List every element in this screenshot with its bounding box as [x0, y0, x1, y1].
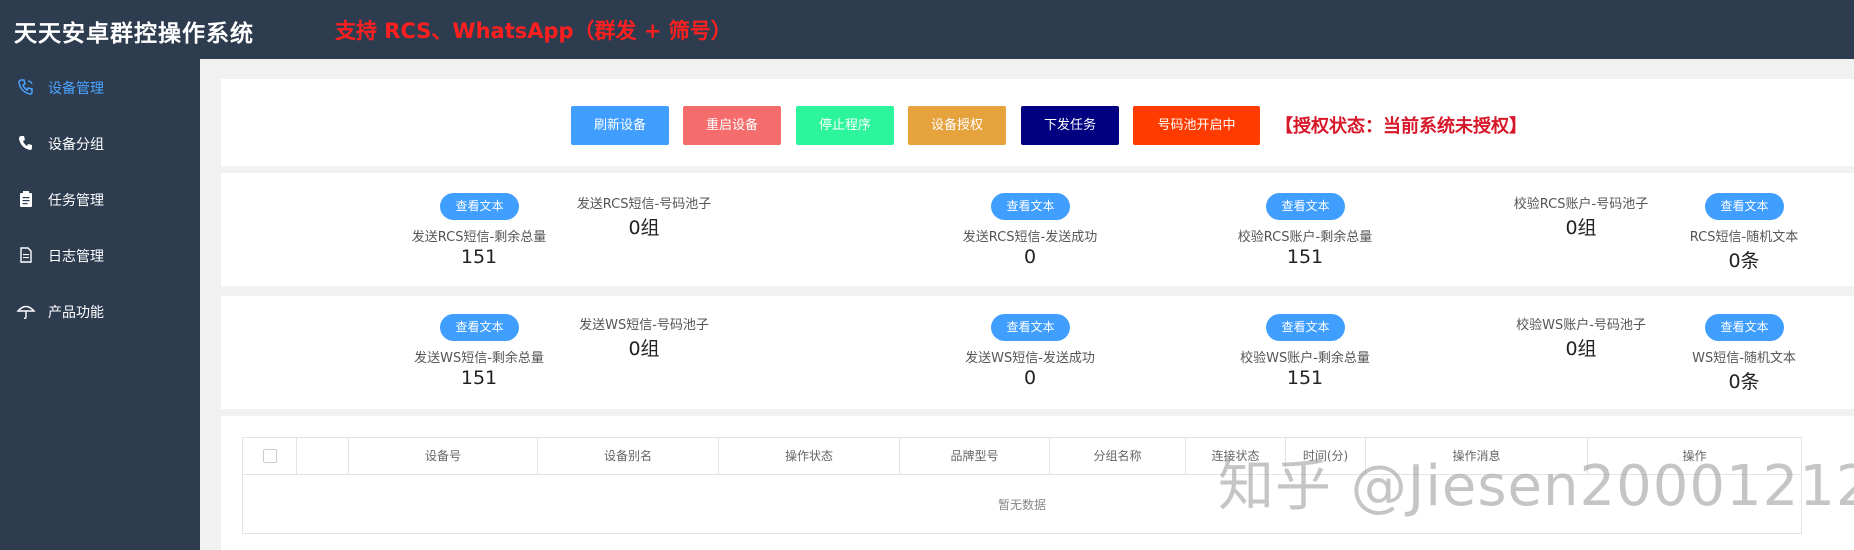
device-authorize-button[interactable]: 设备授权: [908, 106, 1006, 145]
view-text-button[interactable]: 查看文本: [1266, 193, 1345, 220]
sidebar-item-task-management[interactable]: 任务管理: [0, 179, 200, 219]
view-text-button[interactable]: 查看文本: [991, 314, 1070, 341]
view-text-button[interactable]: 查看文本: [1705, 193, 1784, 220]
view-text-button[interactable]: 查看文本: [440, 314, 519, 341]
stat-label: WS短信-随机文本: [1692, 351, 1796, 366]
app-title: 天天安卓群控操作系统: [14, 21, 254, 47]
phone-icon: [19, 136, 32, 150]
select-all-column: [243, 438, 297, 475]
view-text-button[interactable]: 查看文本: [1705, 314, 1784, 341]
stat-label: 校验WS账户-剩余总量: [1240, 351, 1370, 366]
sidebar-item-product-features[interactable]: 产品功能: [0, 291, 200, 331]
umbrella-icon: [16, 305, 36, 320]
stat-value: 0条: [1728, 250, 1760, 272]
sidebar-item-label: 设备分组: [48, 137, 104, 153]
column-group-name[interactable]: 分组名称: [1050, 438, 1186, 475]
stat-value: 0组: [628, 338, 660, 360]
column-expand: [297, 438, 349, 475]
view-text-button[interactable]: 查看文本: [440, 193, 519, 220]
stat-value: 151: [1286, 246, 1324, 268]
stat-value: 0: [1023, 367, 1037, 389]
stat-ws-random-text: 查看文本 WS短信-随机文本 0条: [1634, 296, 1854, 409]
column-device-alias[interactable]: 设备别名: [538, 438, 719, 475]
stat-rcs-random-text: 查看文本 RCS短信-随机文本 0条: [1634, 173, 1854, 286]
auth-status: 【授权状态：当前系统未授权】: [1275, 116, 1527, 137]
stop-program-button[interactable]: 停止程序: [796, 106, 894, 145]
stat-label: 发送RCS短信-号码池子: [576, 197, 712, 212]
column-device-id[interactable]: 设备号: [349, 438, 538, 475]
stat-rcs-verify-remaining: 查看文本 校验RCS账户-剩余总量 151: [1195, 173, 1415, 286]
document-icon: [20, 247, 32, 263]
refresh-devices-button[interactable]: 刷新设备: [571, 106, 669, 145]
view-text-button[interactable]: 查看文本: [1266, 314, 1345, 341]
sidebar-item-device-management[interactable]: 设备管理: [0, 67, 200, 107]
column-operation-status[interactable]: 操作状态: [719, 438, 900, 475]
phone-wave-icon: [18, 79, 33, 95]
stat-label: 校验RCS账户-剩余总量: [1237, 230, 1373, 245]
sidebar-item-log-management[interactable]: 日志管理: [0, 235, 200, 275]
sidebar: 设备管理 设备分组 任务管理 日志管理 产品功能: [0, 59, 200, 550]
number-pool-button[interactable]: 号码池开启中: [1133, 106, 1260, 145]
stat-value: 0条: [1728, 371, 1760, 393]
rcs-stats-panel: 查看文本 发送RCS短信-剩余总量 151 发送RCS短信-号码池子 0组 查看…: [221, 173, 1854, 286]
view-text-button[interactable]: 查看文本: [991, 193, 1070, 220]
stat-ws-send-pool: 发送WS短信-号码池子 0组: [534, 296, 754, 409]
top-bar: 天天安卓群控操作系统 支持 RCS、WhatsApp（群发 + 筛号）: [0, 0, 1854, 59]
clipboard-icon: [20, 191, 32, 207]
stat-rcs-send-success: 查看文本 发送RCS短信-发送成功 0: [920, 173, 1140, 286]
sidebar-item-label: 设备管理: [48, 81, 104, 97]
sidebar-item-label: 产品功能: [48, 305, 104, 321]
stat-ws-verify-remaining: 查看文本 校验WS账户-剩余总量 151: [1195, 296, 1415, 409]
stat-label: 发送WS短信-号码池子: [579, 318, 709, 333]
stat-label: 发送WS短信-发送成功: [965, 351, 1095, 366]
stat-label: 发送RCS短信-发送成功: [962, 230, 1098, 245]
stat-value: 0组: [628, 217, 660, 239]
promo-banner: 支持 RCS、WhatsApp（群发 + 筛号）: [335, 19, 732, 43]
sidebar-item-label: 任务管理: [48, 193, 104, 209]
dispatch-task-button[interactable]: 下发任务: [1021, 106, 1119, 145]
stat-ws-send-success: 查看文本 发送WS短信-发送成功 0: [920, 296, 1140, 409]
sidebar-item-label: 日志管理: [48, 249, 104, 265]
stat-value: 0: [1023, 246, 1037, 268]
restart-devices-button[interactable]: 重启设备: [683, 106, 781, 145]
select-all-checkbox[interactable]: [263, 449, 277, 463]
ws-stats-panel: 查看文本 发送WS短信-剩余总量 151 发送WS短信-号码池子 0组 查看文本…: [221, 296, 1854, 409]
stat-value: 151: [1286, 367, 1324, 389]
column-brand-model[interactable]: 品牌型号: [900, 438, 1050, 475]
stat-rcs-send-pool: 发送RCS短信-号码池子 0组: [534, 173, 754, 286]
stat-label: RCS短信-随机文本: [1689, 230, 1799, 245]
watermark: 知乎 @Jiesen20001212: [1218, 454, 1854, 519]
sidebar-item-device-group[interactable]: 设备分组: [0, 123, 200, 163]
